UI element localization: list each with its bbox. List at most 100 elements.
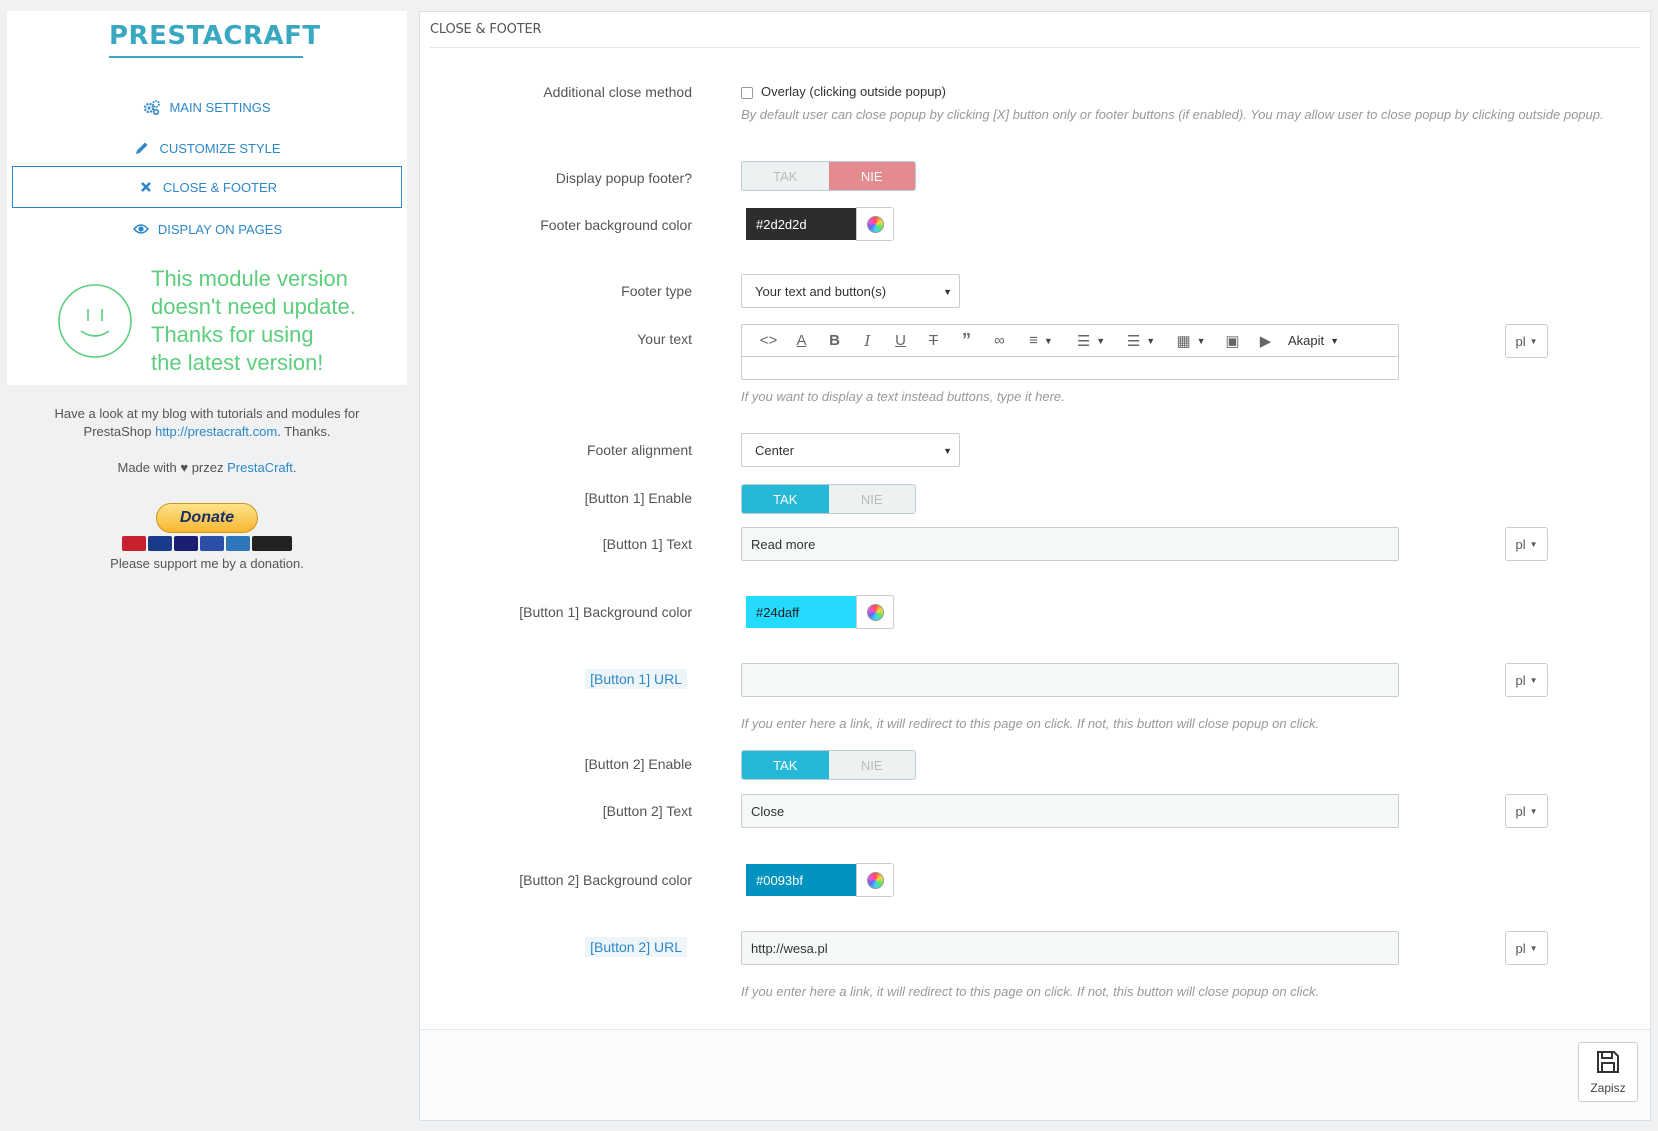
- b1-url-input[interactable]: [741, 663, 1399, 697]
- update-status: This module version doesn't need update.…: [57, 265, 397, 375]
- update-message: This module version doesn't need update.…: [151, 265, 397, 377]
- amex-icon: [226, 536, 250, 551]
- b1-bg-label: [Button 1] Background color: [519, 604, 692, 620]
- display-footer-switch[interactable]: TAK NIE: [741, 161, 916, 191]
- switch-no[interactable]: NIE: [829, 751, 916, 779]
- nav-close-footer[interactable]: CLOSE & FOOTER: [12, 166, 402, 208]
- table-icon[interactable]: ▦ ▼: [1166, 329, 1216, 353]
- dropdown-icon: ▼: [1043, 335, 1053, 346]
- switch-yes[interactable]: TAK: [742, 162, 829, 190]
- cogs-icon: [143, 99, 161, 115]
- overlay-option[interactable]: Overlay (clicking outside popup): [741, 84, 946, 99]
- dropdown-icon: ▼: [1330, 335, 1340, 346]
- b1-enable-switch[interactable]: TAK NIE: [741, 484, 916, 514]
- lang-value: pl: [1515, 803, 1526, 819]
- color-picker-button[interactable]: [856, 863, 894, 897]
- logo: PRESTACRAFT: [109, 21, 320, 58]
- color-wheel-icon: [866, 871, 884, 889]
- format-value: Akapit: [1288, 333, 1325, 348]
- nav-label: CUSTOMIZE STYLE: [159, 140, 281, 156]
- b1-text-input[interactable]: Read more: [741, 527, 1399, 561]
- numbered-list-icon[interactable]: ☰ ▼: [1116, 329, 1166, 353]
- footer-bg-label: Footer background color: [540, 217, 692, 233]
- b1-bg-picker: #24daff: [746, 595, 894, 629]
- direct-debit-icon: [252, 536, 292, 551]
- row-footer-align: Footer alignment Center ▼: [420, 433, 1650, 467]
- footer-type-select[interactable]: Your text and button(s) ▼: [741, 274, 960, 308]
- dropdown-icon: ▼: [1146, 335, 1156, 346]
- b1-url-help: If you enter here a link, it will redire…: [741, 716, 1320, 731]
- switch-no[interactable]: NIE: [829, 485, 916, 513]
- footer-bg-input[interactable]: #2d2d2d: [746, 208, 856, 240]
- switch-yes[interactable]: TAK: [742, 485, 829, 513]
- code-view-icon[interactable]: <>: [752, 329, 785, 353]
- b2-text-input[interactable]: Close: [741, 794, 1399, 828]
- blog-link[interactable]: http://prestacraft.com: [155, 424, 277, 439]
- nav-display-on-pages[interactable]: DISPLAY ON PAGES: [12, 207, 402, 251]
- caret-down-icon: ▼: [1529, 539, 1538, 549]
- strikethrough-icon[interactable]: T: [917, 329, 950, 353]
- blog-text-line: Have a look at my blog with tutorials an…: [54, 406, 360, 421]
- blog-text-part: . Thanks.: [277, 424, 331, 439]
- nav-customize-style[interactable]: CUSTOMIZE STYLE: [12, 126, 402, 170]
- b1-bg-input[interactable]: #24daff: [746, 596, 856, 628]
- dropdown-icon: ▼: [1196, 335, 1206, 346]
- switch-no[interactable]: NIE: [828, 162, 915, 190]
- bold-icon[interactable]: B: [818, 329, 851, 353]
- caret-down-icon: ▼: [943, 287, 952, 297]
- your-text-lang[interactable]: pl ▼: [1505, 324, 1548, 358]
- row-footer-type: Footer type Your text and button(s) ▼: [420, 274, 1650, 308]
- made-with-text: przez: [188, 460, 228, 475]
- b1-text-lang[interactable]: pl ▼: [1505, 527, 1548, 561]
- format-select[interactable]: Akapit ▼: [1288, 333, 1339, 348]
- b2-url-lang[interactable]: pl ▼: [1505, 931, 1548, 965]
- visa-icon: [174, 536, 198, 551]
- lang-value: pl: [1515, 333, 1526, 349]
- blockquote-icon[interactable]: ”: [950, 329, 983, 353]
- color-wheel-icon: [866, 215, 884, 233]
- footer-align-select[interactable]: Center ▼: [741, 433, 960, 467]
- sidebar-info: Have a look at my blog with tutorials an…: [7, 405, 407, 573]
- nav-label: CLOSE & FOOTER: [162, 179, 278, 195]
- image-icon[interactable]: ▣: [1216, 329, 1249, 353]
- nav-main-settings[interactable]: MAIN SETTINGS: [12, 85, 402, 129]
- panel-footer: Zapisz: [420, 1029, 1650, 1120]
- color-picker-button[interactable]: [856, 207, 894, 241]
- save-button[interactable]: Zapisz: [1578, 1042, 1638, 1102]
- b2-url-label: [Button 2] URL: [585, 937, 687, 957]
- b1-enable-label: [Button 1] Enable: [584, 490, 692, 506]
- link-icon[interactable]: ∞: [983, 329, 1016, 353]
- your-text-help: If you want to display a text instead bu…: [741, 389, 1065, 404]
- b1-url-label: [Button 1] URL: [585, 669, 687, 689]
- update-line: Thanks for using: [151, 322, 314, 347]
- your-text-label: Your text: [637, 331, 692, 347]
- smiley-icon: [58, 284, 132, 358]
- support-text: Please support me by a donation.: [110, 556, 304, 571]
- color-picker-button[interactable]: [856, 595, 894, 629]
- made-with-period: .: [292, 460, 297, 475]
- bullet-list-icon[interactable]: ☰ ▼: [1066, 329, 1116, 353]
- overlay-checkbox[interactable]: [741, 86, 753, 99]
- b2-enable-switch[interactable]: TAK NIE: [741, 750, 916, 780]
- b2-bg-label: [Button 2] Background color: [519, 872, 692, 888]
- font-color-icon[interactable]: A: [785, 329, 818, 353]
- b1-url-lang[interactable]: pl ▼: [1505, 663, 1548, 697]
- b2-text-lang[interactable]: pl ▼: [1505, 794, 1548, 828]
- media-icon[interactable]: ▶: [1249, 329, 1282, 353]
- overlay-checkbox-label: Overlay (clicking outside popup): [761, 84, 946, 99]
- switch-yes[interactable]: TAK: [742, 751, 829, 779]
- donate-button[interactable]: Donate: [156, 503, 258, 533]
- update-line: the latest version!: [151, 350, 324, 375]
- made-with-text: Made with: [117, 460, 181, 475]
- italic-icon[interactable]: I: [851, 329, 884, 353]
- display-footer-label: Display popup footer?: [555, 170, 692, 186]
- prestacraft-link[interactable]: PrestaCraft: [227, 460, 293, 475]
- b1-text-label: [Button 1] Text: [602, 536, 692, 552]
- footer-align-label: Footer alignment: [586, 442, 692, 458]
- b2-bg-input[interactable]: #0093bf: [746, 864, 856, 896]
- maestro-icon: [148, 536, 172, 551]
- b2-url-input[interactable]: http://wesa.pl: [741, 931, 1399, 965]
- align-icon[interactable]: ≡ ▼: [1016, 329, 1066, 353]
- close-method-label: Additional close method: [543, 84, 692, 100]
- underline-icon[interactable]: U: [884, 329, 917, 353]
